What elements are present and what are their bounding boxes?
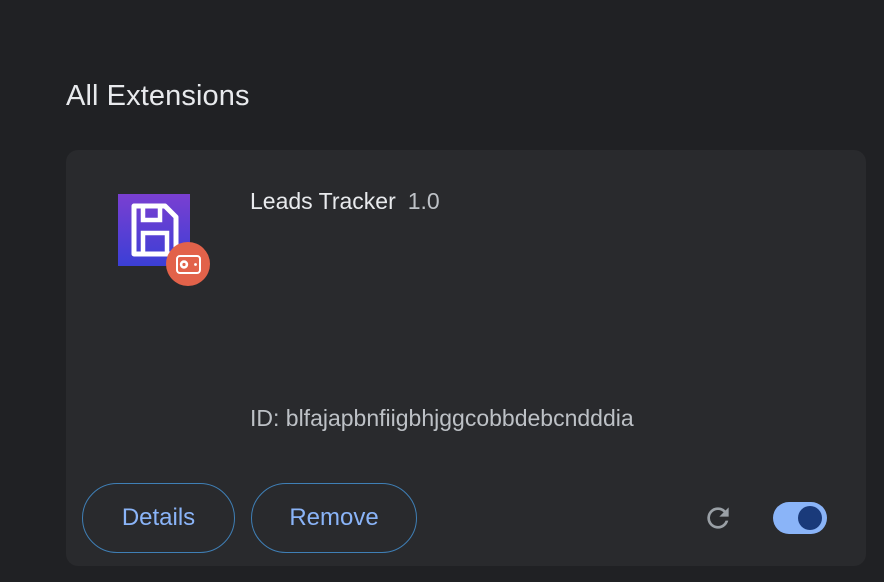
extension-id: ID: blfajapbnfiigbhjggcobbdebcndddia [250, 405, 634, 431]
extension-card: Leads Tracker 1.0 ID: blfajapbnfiigbhjggc… [66, 150, 866, 566]
reload-icon [707, 507, 729, 529]
extension-version: 1.0 [407, 188, 440, 214]
extension-title-row: Leads Tracker 1.0 [250, 188, 440, 215]
extensions-page: All Extensions Leads Tracker 1.0 ID: blf… [0, 0, 884, 582]
enable-toggle[interactable] [773, 502, 827, 534]
details-button[interactable]: Details [82, 483, 235, 553]
section-title: All Extensions [66, 80, 250, 112]
remove-button[interactable]: Remove [251, 483, 417, 553]
extension-icon [118, 194, 212, 288]
toggle-knob [798, 506, 822, 530]
unpacked-extension-badge-icon [166, 242, 210, 286]
reload-button[interactable] [700, 500, 736, 536]
extension-name: Leads Tracker [250, 188, 396, 214]
floppy-disk-icon [118, 194, 210, 286]
